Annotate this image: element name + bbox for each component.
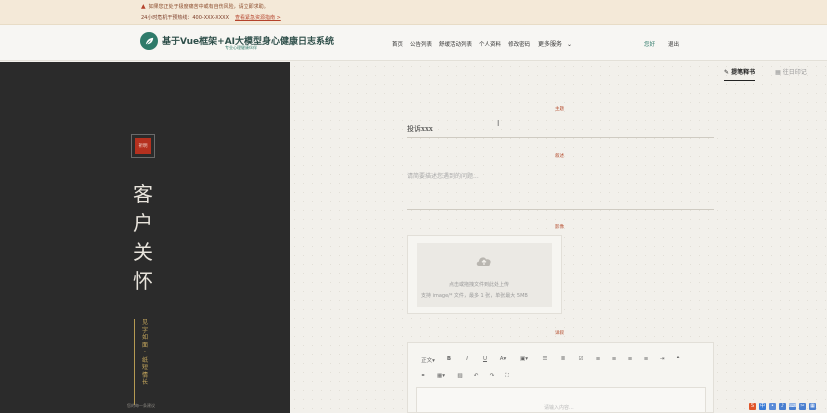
top-navbar: 基于Vue框架+AI大模型身心健康日志系统 专业心理健康伙伴 首页 公告列表 舒…	[0, 25, 827, 61]
align-center-icon[interactable]: ≡	[606, 356, 622, 364]
subject-label: 主题	[555, 107, 564, 112]
lang-icon[interactable]: 中	[759, 403, 766, 410]
logo-icon[interactable]	[140, 32, 158, 50]
align-justify-icon[interactable]: ≡	[638, 356, 654, 364]
checklist-icon[interactable]: ☑	[572, 356, 590, 364]
system-tray: S 中 • ♪ ⌨ ✂ ▦	[749, 403, 816, 410]
seal-stamp: 祈明	[131, 134, 155, 158]
alert-hotline-line: 24小时危机干预热线：400-XXX-XXXX 查看紧急资源指南 >	[141, 14, 281, 21]
editor-toolbar-row-1: 正文▾ B I U A▾ ▣▾ ☰ ≣ ☑ ≡ ≡ ≡ ≡ ⇥ ❝	[416, 356, 686, 364]
poem-char: 字	[141, 326, 148, 334]
poem-char: 情	[141, 371, 148, 379]
nav-more-services[interactable]: 更多服务 ⌄	[538, 39, 572, 48]
poem-char: 面	[141, 341, 148, 349]
format-label: 正文	[421, 358, 433, 364]
format-dropdown[interactable]: 正文▾	[416, 356, 440, 364]
warning-icon: ▲	[141, 3, 146, 10]
detail-label: 详叙	[555, 331, 564, 336]
keyboard-icon[interactable]: ⌨	[789, 403, 796, 410]
text-cursor-icon: I	[497, 119, 500, 128]
poem-char: 短	[141, 364, 148, 371]
underline-button[interactable]: U	[476, 356, 494, 364]
undo-icon[interactable]: ↶	[468, 373, 484, 380]
vertical-title: 客 户 关 怀	[131, 180, 155, 296]
image-icon[interactable]: ▨	[452, 373, 468, 380]
table-icon[interactable]: ▦▾	[430, 373, 452, 380]
sidebar-footer: 您的每一条建议	[127, 403, 155, 408]
app-root: ▲ 如果您正处于极度痛苦中或有自伤风险，请立即求助。 24小时危机干预热线：40…	[0, 0, 827, 413]
editor-placeholder: 请输入内容...	[544, 405, 574, 411]
hotline-text: 24小时危机干预热线：400-XXX-XXXX	[141, 15, 229, 21]
italic-button[interactable]: I	[458, 356, 476, 364]
link-icon[interactable]: ⚭	[416, 373, 430, 380]
emergency-resources-link[interactable]: 查看紧急资源指南 >	[235, 15, 281, 21]
bold-button[interactable]: B	[440, 356, 458, 364]
seal-text: 祈明	[135, 138, 151, 154]
poem-char: 见	[141, 319, 148, 326]
pen-icon: ✎	[724, 69, 730, 76]
align-left-icon[interactable]: ≡	[590, 356, 606, 364]
title-char: 客	[133, 182, 153, 206]
crisis-alert-banner: ▲ 如果您正处于极度痛苦中或有自伤风险，请立即求助。 24小时危机干预热线：40…	[0, 0, 827, 25]
tab-bar: ✎ 提笔释书 ▦ 往日印记	[724, 67, 807, 81]
nav-more-label: 更多服务	[538, 41, 563, 48]
tab-history[interactable]: ▦ 往日印记	[775, 67, 807, 81]
title-char: 户	[133, 211, 153, 235]
nav-profile[interactable]: 个人资料	[479, 40, 501, 48]
tab-write[interactable]: ✎ 提笔释书	[724, 67, 756, 81]
nav-home[interactable]: 首页	[392, 40, 403, 48]
logout-button[interactable]: 退出	[668, 40, 679, 48]
align-right-icon[interactable]: ≡	[622, 356, 638, 364]
upload-instruction: 点击或拖拽文件到此处上传	[449, 282, 510, 288]
nav-activities[interactable]: 舒缓活动列表	[439, 40, 472, 48]
nav-links: 首页 公告列表 舒缓活动列表 个人资料 修改密码	[392, 40, 530, 48]
title-char: 关	[133, 240, 153, 264]
left-panel: 祈明 客 户 关 怀 见 字 如 面 · 纸 短 情 长 您的每一条建议	[0, 62, 290, 413]
image-label: 影像	[555, 225, 564, 230]
editor-content-area[interactable]: 请输入内容...	[416, 387, 706, 413]
quote-icon[interactable]: ❝	[670, 356, 686, 364]
indent-icon[interactable]: ⇥	[654, 356, 670, 364]
fullscreen-icon[interactable]: ⛶	[500, 373, 514, 380]
grid-icon[interactable]: ▦	[809, 403, 816, 410]
nav-announcements[interactable]: 公告列表	[410, 40, 432, 48]
image-upload-dropzone[interactable]	[407, 235, 562, 314]
rich-text-editor: 正文▾ B I U A▾ ▣▾ ☰ ≣ ☑ ≡ ≡ ≡ ≡ ⇥ ❝ ⚭ ▦▾ ▨…	[407, 342, 714, 413]
shirt-icon[interactable]: ✂	[799, 403, 806, 410]
poem-char: 如	[141, 334, 148, 341]
poem-char: ·	[144, 349, 146, 356]
tab-history-label: 往日印记	[782, 69, 807, 76]
letter-form-area: ✎ 提笔释书 ▦ 往日印记 主题 投诉xxx I 叙述 请简要描述您遇到的问题.…	[290, 62, 827, 413]
description-underline	[407, 209, 714, 210]
numbered-list-icon[interactable]: ≣	[554, 356, 572, 364]
chevron-down-icon: ⌄	[566, 41, 572, 48]
title-char: 怀	[133, 269, 153, 293]
mic-icon[interactable]: ♪	[779, 403, 786, 410]
vertical-poem: 见 字 如 面 · 纸 短 情 长	[140, 319, 150, 387]
more-format-button[interactable]: ▣▾	[512, 356, 536, 364]
tab-write-label: 提笔释书	[731, 69, 756, 76]
description-label: 叙述	[555, 154, 564, 159]
editor-toolbar-row-2: ⚭ ▦▾ ▨ ↶ ↷ ⛶	[416, 373, 514, 380]
caret-icon: ▾	[432, 358, 435, 364]
brand-subtitle: 专业心理健康伙伴	[225, 45, 257, 50]
bullet-list-icon[interactable]: ☰	[536, 356, 554, 364]
calendar-icon: ▦	[775, 69, 781, 76]
cloud-upload-icon	[476, 257, 491, 266]
redo-icon[interactable]: ↷	[484, 373, 500, 380]
poem-char: 纸	[141, 356, 148, 364]
subject-underline	[407, 137, 714, 138]
ime-icon[interactable]: S	[749, 403, 756, 410]
divider	[134, 319, 135, 405]
punct-icon[interactable]: •	[769, 403, 776, 410]
nav-greeting: 您好	[644, 42, 656, 48]
subject-input[interactable]: 投诉xxx	[407, 124, 433, 134]
upload-hint: 支持 image/* 文件，最多 1 张，单张最大 5MB	[421, 293, 528, 299]
description-input[interactable]: 请简要描述您遇到的问题...	[407, 171, 479, 180]
font-color-button[interactable]: A▾	[494, 356, 512, 364]
poem-char: 长	[141, 379, 148, 386]
alert-warning-text: 如果您正处于极度痛苦中或有自伤风险，请立即求助。	[148, 4, 269, 10]
alert-line: ▲ 如果您正处于极度痛苦中或有自伤风险，请立即求助。	[141, 3, 269, 10]
nav-change-password[interactable]: 修改密码	[508, 40, 530, 48]
